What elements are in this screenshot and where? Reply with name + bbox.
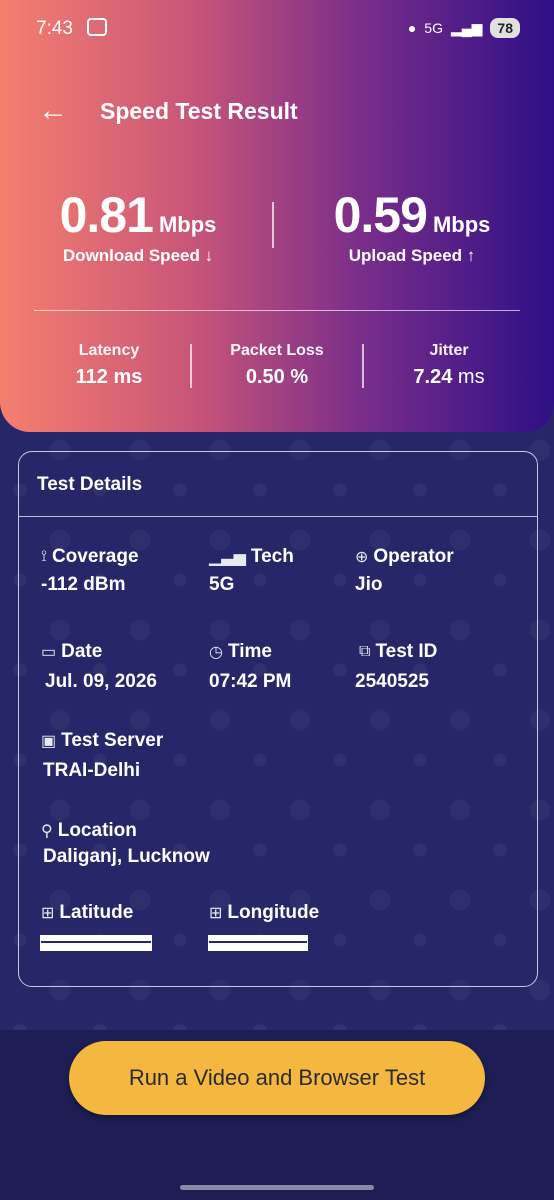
speed-divider <box>272 202 274 248</box>
map-pin-icon: ⚲ <box>41 823 53 840</box>
signal-icon: ▂▄▆ <box>450 19 483 36</box>
test-id-value: 2540525 <box>355 671 429 692</box>
latency-label: Latency <box>78 342 140 359</box>
clock-icon: ◷ <box>209 644 223 661</box>
time-value: 07:42 PM <box>209 671 292 692</box>
home-indicator[interactable] <box>180 1185 374 1190</box>
tech-value: 5G <box>209 574 235 595</box>
time-item: ◷ Time 07:42 PM <box>209 641 291 693</box>
coverage-label: Coverage <box>51 546 139 567</box>
date-item: ▭ Date Jul. 09, 2026 <box>41 641 157 693</box>
antenna-icon: ⟟ <box>41 548 47 565</box>
server-icon: ▣ <box>41 733 57 750</box>
longitude-label: Longitude <box>227 902 320 923</box>
upload-unit: Mbps <box>432 212 491 237</box>
latitude-item: ⊞ Latitude <box>41 902 133 924</box>
status-time: 7:43 <box>36 18 107 40</box>
jitter-unit: ms <box>457 366 485 388</box>
map-icon: ⊞ <box>41 905 55 922</box>
upload-value: 0.59 <box>333 187 428 243</box>
download-speed: 0.81 Mbps Download Speed ↓ <box>18 186 258 266</box>
download-label: Download Speed ↓ <box>62 246 214 265</box>
test-details-card: Test Details ⟟ Coverage -112 dBm ▁▃▅ Tech … <box>18 451 538 987</box>
card-divider <box>19 516 537 517</box>
signal-bars-icon: ▁▃▅ <box>209 549 246 566</box>
tech-label: Tech <box>250 546 294 567</box>
jitter-metric: Jitter 7.24 ms <box>364 342 534 389</box>
globe-icon: ⊕ <box>355 549 369 566</box>
date-value: Jul. 09, 2026 <box>45 671 157 692</box>
calendar-icon: ▭ <box>41 644 57 661</box>
operator-value: Jio <box>355 574 383 595</box>
longitude-redacted <box>209 936 307 950</box>
coverage-item: ⟟ Coverage -112 dBm <box>41 546 139 596</box>
jitter-number: 7.24 <box>413 366 453 388</box>
date-label: Date <box>61 641 103 662</box>
time-label: Time <box>227 641 272 662</box>
copy-icon[interactable]: ⧉ <box>359 643 370 661</box>
back-arrow-icon[interactable]: ← <box>38 96 68 126</box>
header-divider <box>34 310 520 311</box>
upload-speed: 0.59 Mbps Upload Speed ↑ <box>292 186 532 266</box>
server-item: ▣ Test Server TRAI-Delhi <box>41 730 163 782</box>
jitter-value: 7.24 ms <box>364 366 534 389</box>
battery-indicator: 78 <box>490 18 520 38</box>
longitude-item: ⊞ Longitude <box>209 902 319 924</box>
location-value: Daliganj, Lucknow <box>43 846 210 867</box>
card-title: Test Details <box>37 474 143 495</box>
map-icon: ⊞ <box>209 905 223 922</box>
latitude-redacted <box>41 936 151 950</box>
latency-metric: Latency 112 ms <box>24 342 194 389</box>
test-id-item: ⧉ Test ID 2540525 <box>355 641 438 693</box>
results-header: 7:43 ● 5G ▂▄▆ 78 ← Speed Test Result 0.8… <box>0 0 554 432</box>
latitude-label: Latitude <box>59 902 134 923</box>
coverage-value: -112 dBm <box>41 574 126 595</box>
location-label: Location <box>57 820 137 841</box>
run-video-browser-test-button[interactable]: Run a Video and Browser Test <box>69 1041 485 1115</box>
screenshot-icon <box>86 18 107 36</box>
status-icons: ● 5G ▂▄▆ 78 <box>408 18 520 38</box>
download-value: 0.81 <box>59 187 154 243</box>
latency-value: 112 ms <box>75 366 143 388</box>
upload-label: Upload Speed ↑ <box>348 246 476 265</box>
server-value: TRAI-Delhi <box>43 760 141 781</box>
packet-loss-label: Packet Loss <box>230 342 324 359</box>
operator-label: Operator <box>373 546 454 567</box>
packet-loss-metric: Packet Loss 0.50 % <box>192 342 362 389</box>
jitter-label: Jitter <box>429 342 469 359</box>
location-item: ⚲ Location Daliganj, Lucknow <box>41 820 210 868</box>
clock: 7:43 <box>36 18 73 39</box>
tech-item: ▁▃▅ Tech 5G <box>209 546 294 596</box>
server-label: Test Server <box>61 730 164 751</box>
page-title: Speed Test Result <box>100 98 298 124</box>
test-id-label: Test ID <box>375 641 438 662</box>
operator-item: ⊕ Operator Jio <box>355 546 454 596</box>
download-unit: Mbps <box>158 212 217 237</box>
network-type: 5G <box>424 20 443 36</box>
location-icon: ● <box>407 20 417 36</box>
packet-loss-value: 0.50 % <box>245 366 309 388</box>
